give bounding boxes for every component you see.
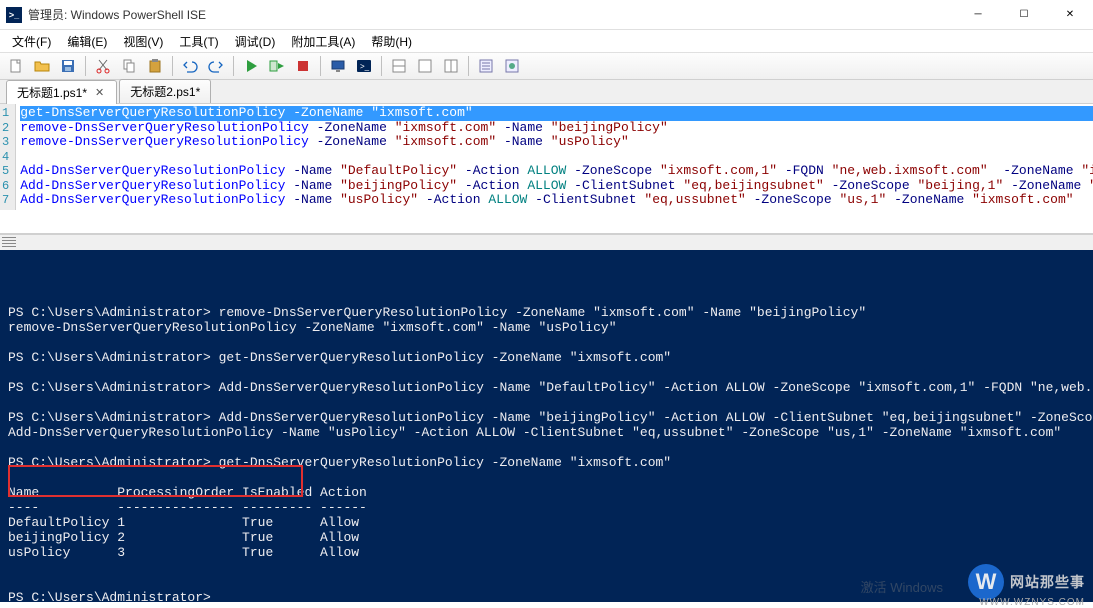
redo-button[interactable] — [204, 54, 228, 78]
menu-item[interactable]: 文件(F) — [4, 31, 59, 52]
open-button[interactable] — [30, 54, 54, 78]
save-button[interactable] — [56, 54, 80, 78]
commands-button[interactable] — [474, 54, 498, 78]
menu-item[interactable]: 编辑(E) — [59, 31, 115, 52]
file-tab[interactable]: 无标题2.ps1* — [119, 79, 211, 103]
menu-item[interactable]: 附加工具(A) — [283, 31, 363, 52]
show-script-button[interactable] — [387, 54, 411, 78]
app-icon: >_ — [6, 7, 22, 23]
cut-button[interactable] — [91, 54, 115, 78]
line-gutter: 1234567 — [0, 104, 16, 210]
show-script-max-button[interactable] — [413, 54, 437, 78]
menu-item[interactable]: 帮助(H) — [363, 31, 420, 52]
menubar: 文件(F)编辑(E)视图(V)工具(T)调试(D)附加工具(A)帮助(H) — [0, 30, 1093, 52]
editor-scrollbar[interactable] — [0, 234, 1093, 250]
menu-item[interactable]: 工具(T) — [171, 31, 226, 52]
menu-item[interactable]: 调试(D) — [227, 31, 284, 52]
tab-label: 无标题1.ps1* — [17, 84, 87, 101]
run-button[interactable] — [239, 54, 263, 78]
titlebar: >_ 管理员: Windows PowerShell ISE ─ ☐ ✕ — [0, 0, 1093, 30]
maximize-button[interactable]: ☐ — [1001, 0, 1047, 30]
toolbar: >_ — [0, 52, 1093, 80]
tab-strip: 无标题1.ps1* ✕ 无标题2.ps1* — [0, 80, 1093, 104]
start-powershell-button[interactable]: >_ — [352, 54, 376, 78]
file-tab[interactable]: 无标题1.ps1* ✕ — [6, 80, 117, 104]
run-selection-button[interactable] — [265, 54, 289, 78]
watermark-sub: WWW.WZNYS.COM — [979, 597, 1085, 608]
window-controls: ─ ☐ ✕ — [955, 0, 1093, 30]
paste-button[interactable] — [143, 54, 167, 78]
tab-label: 无标题2.ps1* — [130, 83, 200, 100]
tab-close-icon[interactable]: ✕ — [93, 86, 106, 99]
console-pane[interactable]: PS C:\Users\Administrator> remove-DnsSer… — [0, 250, 1093, 602]
show-side-button[interactable] — [439, 54, 463, 78]
svg-text:>_: >_ — [360, 62, 370, 71]
addons-button[interactable] — [500, 54, 524, 78]
activate-windows-text: 激活 Windows — [861, 577, 943, 596]
minimize-button[interactable]: ─ — [955, 0, 1001, 30]
new-button[interactable] — [4, 54, 28, 78]
stop-button[interactable] — [291, 54, 315, 78]
new-remote-button[interactable] — [326, 54, 350, 78]
close-button[interactable]: ✕ — [1047, 0, 1093, 30]
undo-button[interactable] — [178, 54, 202, 78]
script-editor[interactable]: 1234567 get-DnsServerQueryResolutionPoli… — [0, 104, 1093, 234]
copy-button[interactable] — [117, 54, 141, 78]
code-area[interactable]: get-DnsServerQueryResolutionPolicy -Zone… — [16, 104, 1093, 210]
menu-item[interactable]: 视图(V) — [115, 31, 171, 52]
window-title: 管理员: Windows PowerShell ISE — [28, 6, 955, 23]
